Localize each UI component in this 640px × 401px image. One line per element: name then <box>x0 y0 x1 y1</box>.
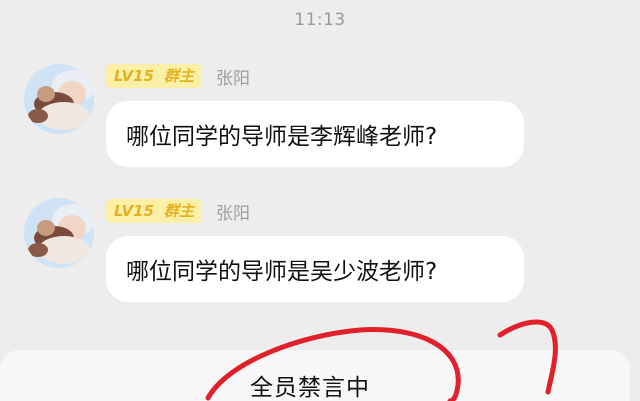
avatar-image <box>24 198 94 268</box>
role-badge: 群主 <box>159 199 202 223</box>
sender-info: LV15 群主 张阳 <box>106 63 250 89</box>
sender-name[interactable]: 张阳 <box>216 199 250 224</box>
avatar-image <box>24 64 94 134</box>
member-badge: LV15 群主 <box>106 64 202 88</box>
chat-screen: 11:13 LV15 群主 张阳 哪位同学的导师是李辉峰老师? LV15 群主 … <box>0 0 640 401</box>
member-badge: LV15 群主 <box>106 199 202 223</box>
message-bubble[interactable]: 哪位同学的导师是李辉峰老师? <box>106 101 524 167</box>
message-bubble[interactable]: 哪位同学的导师是吴少波老师? <box>106 236 524 302</box>
message-text: 哪位同学的导师是李辉峰老师? <box>126 124 438 150</box>
level-badge: LV15 <box>106 199 160 223</box>
avatar[interactable] <box>24 64 94 134</box>
message-timestamp: 11:13 <box>294 10 346 30</box>
level-badge: LV15 <box>106 64 160 88</box>
mute-status-text: 全员禁言中 <box>250 375 370 401</box>
sender-info: LV15 群主 张阳 <box>106 198 250 224</box>
message-text: 哪位同学的导师是吴少波老师? <box>126 259 438 285</box>
role-badge: 群主 <box>159 64 202 88</box>
sender-name[interactable]: 张阳 <box>216 64 250 89</box>
avatar[interactable] <box>24 198 94 268</box>
red-annotation-scribble <box>205 319 558 401</box>
